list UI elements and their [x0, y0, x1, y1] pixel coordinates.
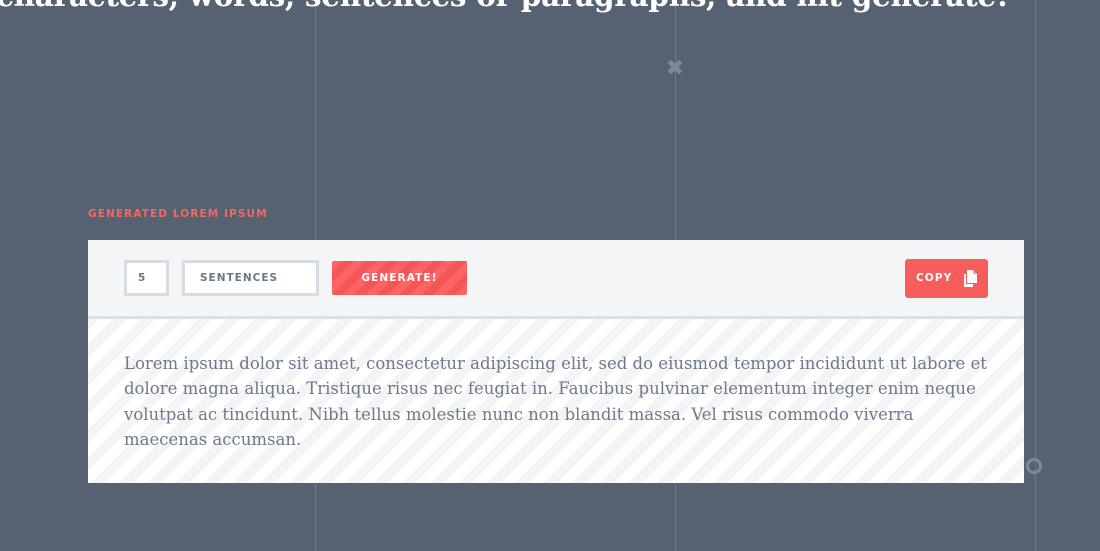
- count-input[interactable]: 5: [124, 260, 169, 296]
- generate-button[interactable]: GENERATE!: [332, 261, 467, 295]
- circle-decoration-icon: [1026, 458, 1042, 474]
- unit-select[interactable]: SENTENCES: [182, 260, 319, 296]
- output-area: Lorem ipsum dolor sit amet, consectetur …: [88, 319, 1024, 483]
- copy-document-icon: [964, 270, 977, 287]
- generated-text: Lorem ipsum dolor sit amet, consectetur …: [124, 354, 987, 449]
- generator-toolbar: 5 SENTENCES GENERATE! COPY: [88, 240, 1024, 319]
- generator-card: 5 SENTENCES GENERATE! COPY Lorem ipsum d…: [88, 240, 1024, 483]
- close-icon: ✖: [665, 56, 685, 81]
- section-label: GENERATED LOREM IPSUM: [88, 208, 268, 220]
- copy-button-label: COPY: [916, 272, 953, 284]
- hero-headline: characters, words, sentences or paragrap…: [0, 0, 1009, 16]
- copy-button[interactable]: COPY: [905, 259, 988, 298]
